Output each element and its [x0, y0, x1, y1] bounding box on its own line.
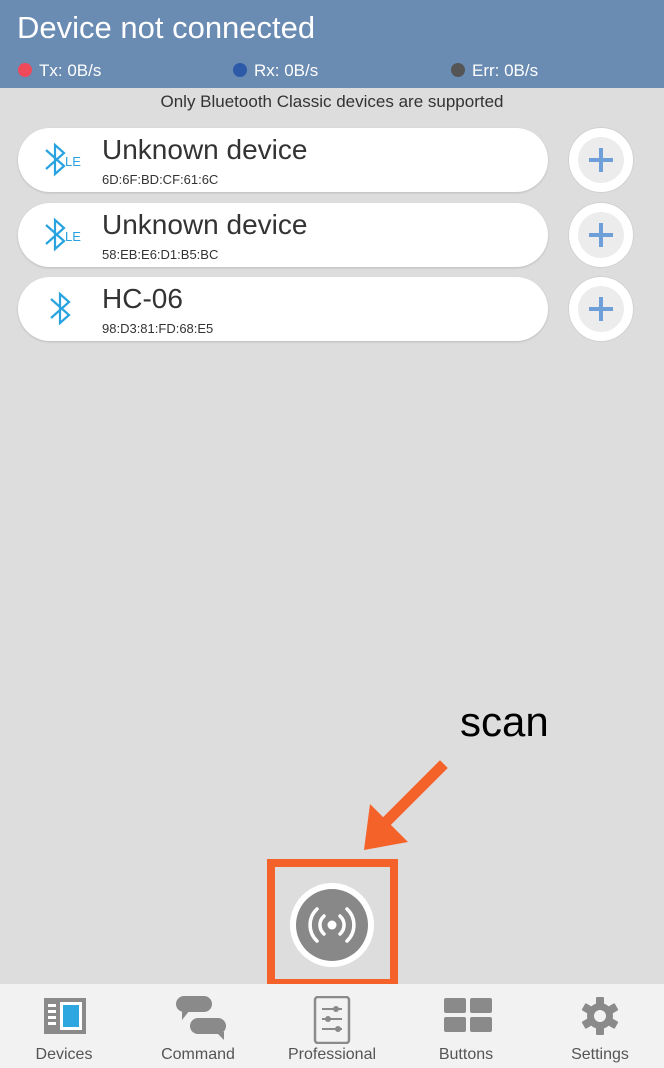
plus-icon	[589, 297, 613, 321]
scan-annotation-label: scan	[460, 698, 549, 745]
device-item[interactable]: LE Unknown device 6D:6F:BD:CF:61:6C	[18, 128, 548, 192]
nav-buttons-label: Buttons	[438, 1046, 494, 1063]
err-stat: Err: 0B/s	[451, 61, 538, 81]
nav-professional[interactable]: Professional	[272, 984, 392, 1068]
rx-stat: Rx: 0B/s	[233, 61, 318, 81]
devices-icon	[44, 998, 86, 1034]
broadcast-icon	[308, 907, 356, 943]
rx-label: Rx: 0B/s	[254, 61, 319, 80]
device-mac: 58:EB:E6:D1:B5:BC	[102, 247, 219, 262]
nav-command-label: Command	[161, 1046, 235, 1063]
device-item[interactable]: HC-06 98:D3:81:FD:68:E5	[18, 277, 548, 341]
svg-text:LE: LE	[65, 154, 81, 169]
sliders-icon	[313, 996, 351, 1044]
plus-icon	[589, 223, 613, 247]
nav-command[interactable]: Command	[138, 984, 258, 1068]
err-label: Err: 0B/s	[472, 61, 539, 80]
device-name: Unknown device	[102, 209, 308, 240]
nav-devices-label: Devices	[35, 1046, 93, 1063]
device-mac: 6D:6F:BD:CF:61:6C	[102, 172, 219, 187]
add-device-button[interactable]	[569, 277, 633, 341]
err-dot	[451, 63, 465, 77]
device-mac: 98:D3:81:FD:68:E5	[102, 321, 214, 336]
rx-dot	[233, 63, 247, 77]
bluetooth-le-icon: LE	[45, 142, 81, 177]
tx-label: Tx: 0B/s	[39, 61, 102, 80]
nav-settings-label: Settings	[571, 1046, 629, 1063]
add-device-button[interactable]	[569, 128, 633, 192]
annotation-arrow-icon	[364, 760, 448, 850]
svg-text:LE: LE	[65, 229, 81, 244]
plus-icon	[589, 148, 613, 172]
device-item[interactable]: LE Unknown device 58:EB:E6:D1:B5:BC	[18, 203, 548, 267]
scan-button[interactable]	[290, 883, 374, 967]
bluetooth-notice: Only Bluetooth Classic devices are suppo…	[160, 92, 504, 111]
nav-settings[interactable]: Settings	[540, 984, 660, 1068]
grid-icon	[444, 998, 492, 1032]
bluetooth-icon	[50, 291, 71, 326]
add-device-button[interactable]	[569, 203, 633, 267]
gear-icon	[581, 997, 619, 1035]
bottom-nav: Devices Command Professional Buttons Set…	[0, 984, 664, 1068]
nav-professional-label: Professional	[287, 1046, 377, 1063]
nav-devices[interactable]: Devices	[4, 984, 124, 1068]
connection-status-title: Device not connected	[17, 10, 316, 45]
tx-dot	[18, 63, 32, 77]
bluetooth-le-icon: LE	[45, 217, 81, 252]
chat-icon	[176, 996, 226, 1040]
tx-stat: Tx: 0B/s	[18, 61, 101, 81]
device-name: Unknown device	[102, 134, 308, 165]
device-name: HC-06	[102, 283, 183, 314]
app-header: Device not connected Tx: 0B/s Rx: 0B/s E…	[0, 0, 664, 88]
nav-buttons[interactable]: Buttons	[406, 984, 526, 1068]
